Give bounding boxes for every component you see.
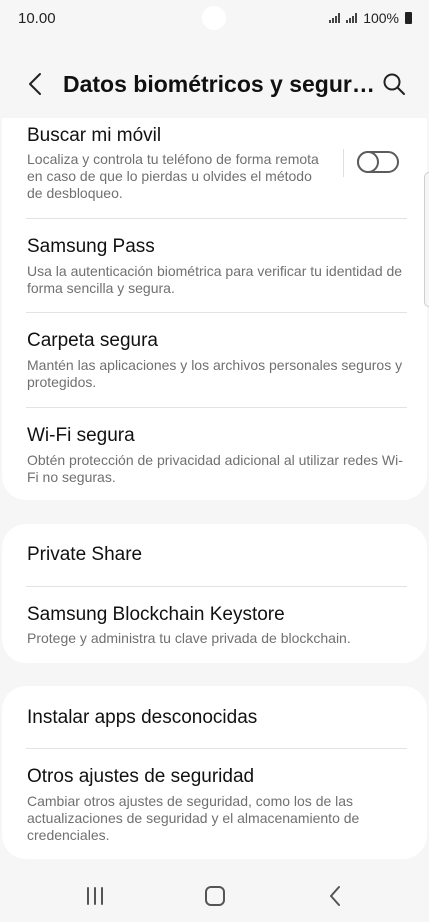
list-item-buscar-mi-movil[interactable]: Buscar mi móvil Localiza y controla tu t… xyxy=(2,118,427,215)
item-title: Instalar apps desconocidas xyxy=(27,707,258,728)
item-description: Obtén protección de privacidad adicional… xyxy=(27,452,403,485)
item-description: Cambiar otros ajustes de seguridad, como… xyxy=(27,793,360,843)
battery-percent: 100% xyxy=(363,10,399,26)
back-icon[interactable] xyxy=(320,884,350,908)
chevron-left-icon[interactable] xyxy=(22,70,50,98)
settings-card-other: Instalar apps desconocidas Otros ajustes… xyxy=(2,686,427,859)
buscar-mi-movil-toggle[interactable] xyxy=(357,151,399,173)
app-bar: Datos biométricos y seguri… xyxy=(0,60,429,110)
status-time: 10.00 xyxy=(18,10,56,27)
item-description: Mantén las aplicaciones y los archivos p… xyxy=(27,357,403,390)
list-item-samsung-pass[interactable]: Samsung Pass Usa la autenticación biomét… xyxy=(2,219,427,312)
list-item-wifi-segura[interactable]: Wi-Fi segura Obtén protección de privaci… xyxy=(2,408,427,500)
signal-icon xyxy=(346,13,358,23)
camera-cutout xyxy=(202,6,226,30)
item-title: Buscar mi móvil xyxy=(27,125,162,146)
item-description: Protege y administra tu clave privada de… xyxy=(27,630,351,646)
toggle-divider xyxy=(343,149,344,177)
page-title: Datos biométricos y seguri… xyxy=(63,71,375,97)
settings-card-security: Buscar mi móvil Localiza y controla tu t… xyxy=(2,118,427,500)
scrollbar-handle[interactable] xyxy=(424,172,429,307)
home-icon[interactable] xyxy=(200,884,230,908)
recents-icon[interactable] xyxy=(80,884,110,908)
list-item-carpeta-segura[interactable]: Carpeta segura Mantén las aplicaciones y… xyxy=(2,313,427,406)
item-description: Usa la autenticación biométrica para ver… xyxy=(27,263,403,296)
status-indicators: 100% xyxy=(329,10,412,26)
search-icon[interactable] xyxy=(380,70,408,98)
item-title: Samsung Blockchain Keystore xyxy=(27,604,285,625)
item-title: Wi-Fi segura xyxy=(27,425,135,446)
list-item-otros-ajustes-de-seguridad[interactable]: Otros ajustes de seguridad Cambiar otros… xyxy=(2,749,427,859)
toggle-knob xyxy=(357,151,379,173)
battery-icon xyxy=(405,12,412,24)
list-item-instalar-apps-desconocidas[interactable]: Instalar apps desconocidas xyxy=(2,686,427,748)
item-title: Carpeta segura xyxy=(27,330,158,351)
signal-icon xyxy=(329,13,341,23)
list-item-private-share[interactable]: Private Share xyxy=(2,524,427,586)
status-bar: 10.00 100% xyxy=(0,0,429,36)
navigation-bar xyxy=(0,868,429,922)
item-description: Localiza y controla tu teléfono de forma… xyxy=(27,151,319,201)
item-title: Samsung Pass xyxy=(27,236,155,257)
item-title: Private Share xyxy=(27,544,143,565)
item-title: Otros ajustes de seguridad xyxy=(27,766,255,787)
list-item-samsung-blockchain-keystore[interactable]: Samsung Blockchain Keystore Protege y ad… xyxy=(2,587,427,663)
settings-card-private: Private Share Samsung Blockchain Keystor… xyxy=(2,524,427,663)
